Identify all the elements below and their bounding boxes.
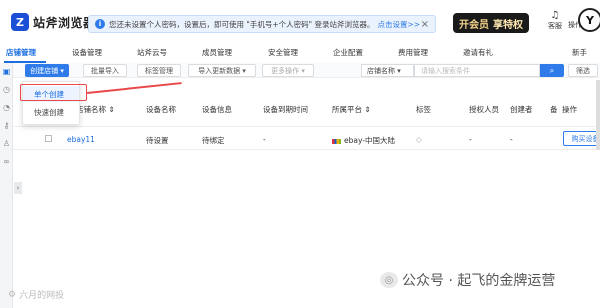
tag-icon[interactable]: ◇: [416, 135, 422, 144]
create-shop-button[interactable]: 创建店铺 ▾: [25, 64, 69, 77]
app-logo[interactable]: Z 站斧浏览器: [11, 13, 96, 31]
watermark-bottom-left: ⚙ 六月的网投: [8, 288, 65, 302]
watermark: ◎ 公众号 · 起飞的金牌运营: [380, 270, 555, 290]
notice-text: 您还未设置个人密码，设置后，即可使用 "手机号+个人密码" 登录站斧浏览器。: [109, 19, 375, 29]
col-shop-name[interactable]: 店铺名称 ⇕: [76, 104, 115, 115]
watermark-text: 公众号 · 起飞的金牌运营: [402, 273, 556, 289]
more-ops-button[interactable]: 更多操作 ▾: [262, 64, 314, 77]
table-row[interactable]: ebay11 待设置 待绑定 - ebay-中国大陆 ◇ - -: [13, 126, 600, 150]
col-authorized: 授权人员: [469, 105, 499, 114]
annotation-arrow: [87, 82, 182, 94]
customer-service-button[interactable]: ♫ 客服: [546, 11, 564, 31]
col-device-name: 设备名称: [146, 105, 176, 114]
info-icon: i: [95, 19, 105, 29]
row-checkbox[interactable]: [45, 135, 52, 142]
col-actions: 操作: [562, 105, 577, 114]
avatar[interactable]: Y: [578, 8, 600, 32]
highlight-box: [20, 84, 87, 101]
row-device: 待设置: [146, 136, 169, 145]
user-icon[interactable]: ♙: [2, 139, 11, 148]
row-device-info: 待绑定: [202, 136, 225, 145]
import-update-button[interactable]: 导入更新数据 ▾: [188, 64, 256, 77]
close-icon[interactable]: ×: [421, 19, 429, 30]
row-platform: ebay-中国大陆: [332, 135, 395, 146]
notice-set-link[interactable]: 点击设置>>: [377, 19, 420, 30]
alert-icon[interactable]: ◔: [2, 103, 11, 112]
scrollbar[interactable]: [596, 80, 600, 150]
nav-invite[interactable]: 邀请有礼: [463, 47, 493, 58]
headset-icon: ♫: [550, 10, 560, 21]
col-remark: 备: [550, 105, 558, 114]
top-header: Z 站斧浏览器 i 您还未设置个人密码，设置后，即可使用 "手机号+个人密码" …: [0, 0, 600, 46]
col-creator: 创建者: [510, 105, 533, 114]
vip-sub-label: 享特权: [493, 19, 523, 31]
table-header: 店铺名称 ⇕ 设备名称 设备信息 设备到期时间 所属平台 ⇕ 标签 授权人员 创…: [13, 100, 600, 116]
nav-newbie[interactable]: 新手: [572, 47, 587, 58]
main-nav: 店铺管理 设备管理 站斧云号 成员管理 安全管理 企业配置 费用管理 邀请有礼 …: [0, 46, 600, 60]
nav-billing-manage[interactable]: 费用管理: [398, 47, 428, 58]
ebay-logo-icon: [332, 138, 341, 144]
search-icon: ⌕: [549, 65, 555, 75]
menu-item-quick-create[interactable]: 快速创建: [23, 104, 79, 120]
buy-device-button[interactable]: 购买设备: [563, 131, 600, 146]
nav-cloud-number[interactable]: 站斧云号: [137, 47, 167, 58]
nav-device-manage[interactable]: 设备管理: [72, 47, 102, 58]
password-notice-banner: i 您还未设置个人密码，设置后，即可使用 "手机号+个人密码" 登录站斧浏览器。…: [88, 15, 436, 33]
wechat-icon: ◎: [380, 272, 398, 288]
service-label: 客服: [548, 22, 562, 30]
gear-icon: ⚙: [8, 289, 17, 300]
search-field-select[interactable]: 店铺名称 ▾: [361, 64, 414, 77]
nav-member-manage[interactable]: 成员管理: [202, 47, 232, 58]
row-shop-name[interactable]: ebay11: [67, 135, 95, 144]
col-platform[interactable]: 所属平台 ⇕: [332, 104, 371, 115]
vip-button[interactable]: 开会员 享特权: [453, 13, 529, 33]
col-device-expire: 设备到期时间: [263, 105, 308, 114]
logo-mark: Z: [11, 13, 29, 31]
shop-icon[interactable]: ▣: [2, 67, 11, 76]
nav-security-manage[interactable]: 安全管理: [268, 47, 298, 58]
vip-label: 开会员: [459, 19, 489, 31]
sidebar-expand-toggle[interactable]: ›: [14, 182, 22, 194]
nav-shop-manage[interactable]: 店铺管理: [6, 47, 36, 58]
clock-icon[interactable]: ◷: [2, 85, 11, 94]
search-input[interactable]: 请输入搜索条件: [414, 64, 540, 77]
row-creator: -: [510, 135, 513, 144]
col-tag: 标签: [416, 105, 431, 114]
key-icon[interactable]: ⚷: [2, 121, 11, 130]
app-name: 站斧浏览器: [33, 15, 96, 30]
filter-button[interactable]: 筛选: [568, 64, 598, 77]
watermark-bottom-left-text: 六月的网投: [19, 291, 65, 301]
batch-import-button[interactable]: 批量导入: [83, 64, 127, 77]
search-button[interactable]: ⌕: [540, 64, 564, 77]
row-auth: -: [469, 135, 472, 144]
tag-manage-button[interactable]: 标签管理: [137, 64, 181, 77]
toolbar: 创建店铺 ▾ 批量导入 标签管理 导入更新数据 ▾ 更多操作 ▾ 店铺名称 ▾ …: [13, 63, 600, 78]
nav-enterprise-config[interactable]: 企业配置: [333, 47, 363, 58]
left-sidebar: ▣ ◷ ◔ ⚷ ♙ ∞: [0, 63, 13, 308]
link-icon[interactable]: ∞: [2, 157, 11, 166]
row-expire: -: [263, 135, 266, 144]
col-device-info: 设备信息: [202, 105, 232, 114]
